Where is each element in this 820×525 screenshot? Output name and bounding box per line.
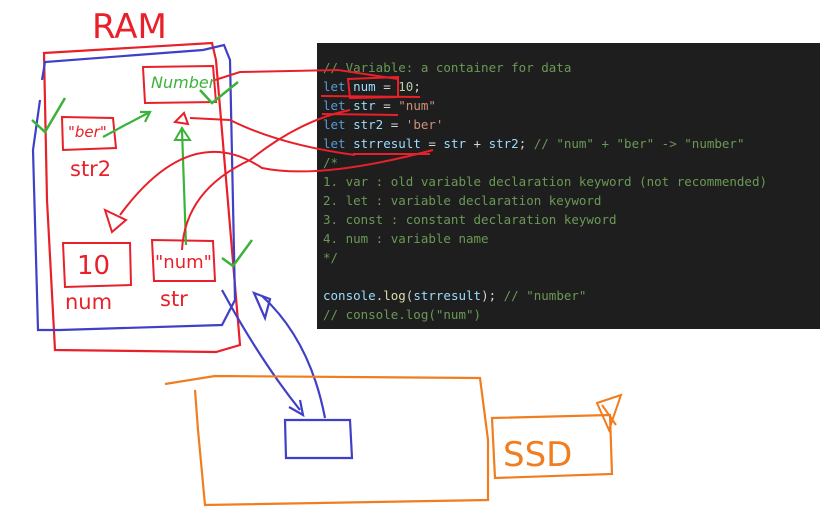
num-highlight-box bbox=[346, 75, 399, 100]
ber-box-name: str2 bbox=[70, 157, 111, 181]
ten-box-value: 10 bbox=[77, 251, 110, 281]
blue-arrow-up bbox=[261, 295, 327, 419]
blue-arrow-up-head bbox=[251, 291, 272, 322]
line-strresult-head bbox=[172, 111, 190, 126]
blue-arrow-down-head bbox=[288, 399, 305, 418]
screenshot-canvas: // Variable: a container for data let num… bbox=[0, 0, 820, 525]
handwritten-annotations: RAM Number "ber" str2 10 num "num" str S… bbox=[31, 7, 623, 507]
number-box-value: Number bbox=[151, 73, 217, 92]
line-str bbox=[181, 109, 351, 251]
num-box-name: str bbox=[160, 287, 188, 311]
check-num bbox=[221, 239, 254, 268]
ssd-outline bbox=[164, 374, 490, 507]
ssd-memory-block bbox=[283, 418, 354, 460]
ssd-corner-mark bbox=[595, 393, 623, 433]
ram-label: RAM bbox=[92, 7, 167, 47]
ten-box-name: num bbox=[65, 290, 112, 314]
ssd-label: SSD bbox=[503, 435, 572, 475]
arrow-ber-to-number bbox=[102, 111, 151, 138]
num-box-value: "num" bbox=[155, 252, 212, 273]
underline-num bbox=[320, 95, 421, 98]
ber-box-value: "ber" bbox=[68, 123, 107, 141]
line-ten-head bbox=[103, 208, 128, 234]
line-strresult bbox=[189, 117, 356, 156]
line-ten bbox=[119, 149, 434, 216]
